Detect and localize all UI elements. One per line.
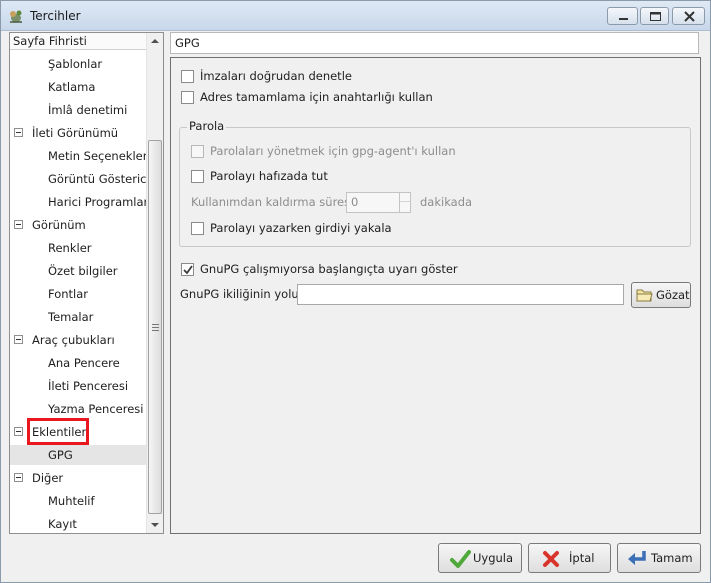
expire-spinbox[interactable]: 0 bbox=[346, 192, 411, 213]
tree-item-label: Kayıt bbox=[48, 517, 77, 531]
ok-label: Tamam bbox=[651, 551, 693, 565]
folder-icon bbox=[636, 289, 653, 302]
tree-item-label: Katlama bbox=[48, 80, 96, 94]
passphrase-group-title: Parola bbox=[187, 119, 227, 133]
annotation-highlight bbox=[27, 418, 89, 445]
spin-down-icon[interactable] bbox=[400, 202, 410, 211]
store-passphrase-label[interactable]: Parolayı hafızada tut bbox=[210, 169, 328, 183]
check-icon bbox=[450, 550, 471, 568]
tree-item[interactable]: Görüntü Gösterici bbox=[10, 169, 150, 189]
collapse-icon[interactable] bbox=[14, 128, 23, 137]
gpg-path-label: GnuPG ikiliğinin yolu bbox=[180, 287, 299, 301]
tree-item-label: Renkler bbox=[48, 241, 92, 255]
tree-item[interactable]: İleti Penceresi bbox=[10, 376, 147, 396]
tree-item[interactable]: Araç çubukları bbox=[10, 330, 147, 350]
browse-label: Gözat bbox=[656, 288, 690, 302]
verify-signatures-label[interactable]: İmzaları doğrudan denetle bbox=[200, 69, 352, 83]
gpg-agent-checkbox[interactable] bbox=[191, 145, 204, 158]
scroll-up-icon[interactable] bbox=[147, 33, 163, 49]
tree-item[interactable]: Muhtelif bbox=[10, 491, 147, 511]
scroll-down-icon[interactable] bbox=[147, 517, 163, 533]
collapse-icon[interactable] bbox=[14, 427, 23, 436]
verify-signatures-checkbox[interactable] bbox=[181, 70, 194, 83]
window-title: Tercihler bbox=[30, 9, 81, 23]
gpg-agent-label[interactable]: Parolaları yönetmek için gpg-agent'ı kul… bbox=[210, 144, 456, 158]
page-index-tree[interactable]: Sayfa Fihristi Şablonlar Katlama İmlâ dene… bbox=[9, 32, 164, 534]
collapse-icon[interactable] bbox=[14, 335, 23, 344]
tree-header[interactable]: Sayfa Fihristi bbox=[10, 33, 146, 50]
tree-item[interactable]: Ana Pencere bbox=[10, 353, 147, 373]
tree-item[interactable]: Katlama bbox=[10, 77, 147, 97]
cancel-button[interactable]: İptal bbox=[528, 543, 611, 573]
autocompletion-label[interactable]: Adres tamamlama için anahtarlığı kullan bbox=[200, 90, 433, 104]
spin-buttons[interactable] bbox=[399, 193, 410, 212]
tree-item[interactable]: Şablonlar bbox=[10, 54, 147, 74]
tree-item[interactable]: Kayıt bbox=[10, 514, 147, 534]
gpg-warning-checkbox[interactable] bbox=[181, 263, 194, 276]
cancel-x-icon bbox=[543, 551, 559, 567]
tree-item-label: Ana Pencere bbox=[48, 356, 120, 370]
tree-item-label: Özet bilgiler bbox=[48, 264, 118, 278]
tree-item-label: GPG bbox=[48, 448, 73, 462]
tree-item[interactable]: Metin Seçenekleri bbox=[10, 146, 151, 166]
tree-item[interactable]: Fontlar bbox=[10, 284, 147, 304]
tree-item[interactable]: Renkler bbox=[10, 238, 147, 258]
expire-value[interactable]: 0 bbox=[351, 195, 358, 209]
tree-item-label: Temalar bbox=[48, 310, 94, 324]
tree-item-label: Metin Seçenekleri bbox=[48, 149, 151, 163]
tree-item[interactable]: Görünüm bbox=[10, 215, 147, 235]
page-title: GPG bbox=[170, 32, 699, 54]
tree-item-label: Yazma Penceresi bbox=[48, 402, 144, 416]
apply-label: Uygula bbox=[473, 551, 514, 565]
browse-button[interactable]: Gözat bbox=[631, 282, 691, 308]
scrollbar-thumb[interactable] bbox=[148, 140, 162, 514]
gpg-path-input[interactable] bbox=[297, 284, 624, 305]
minimize-button[interactable] bbox=[607, 7, 638, 25]
tree-scrollbar[interactable] bbox=[146, 33, 163, 533]
tree-item-label: Araç çubukları bbox=[32, 333, 115, 347]
tree-item-label: Muhtelif bbox=[48, 494, 95, 508]
autocompletion-checkbox[interactable] bbox=[181, 91, 194, 104]
restore-icon bbox=[650, 12, 661, 21]
tree-item-label: Görünüm bbox=[32, 218, 86, 232]
store-passphrase-checkbox[interactable] bbox=[191, 170, 204, 183]
expire-label: Kullanımdan kaldırma süresi bbox=[191, 195, 354, 209]
checkmark-icon bbox=[183, 265, 193, 275]
tree-item-label: İmlâ denetimi bbox=[48, 103, 128, 117]
tree-item[interactable]: Harici Programlar bbox=[10, 192, 149, 212]
spin-up-icon[interactable] bbox=[400, 193, 410, 202]
minimize-icon bbox=[619, 18, 628, 20]
apply-button[interactable]: Uygula bbox=[438, 543, 522, 573]
tree-item-label: İleti Görünümü bbox=[32, 126, 119, 140]
tree-item-label: Diğer bbox=[32, 471, 64, 485]
collapse-icon[interactable] bbox=[14, 220, 23, 229]
tree-item[interactable]: Temalar bbox=[10, 307, 147, 327]
gpg-warning-label[interactable]: GnuPG çalışmıyorsa başlangıçta uyarı gös… bbox=[200, 262, 458, 276]
app-icon bbox=[8, 8, 24, 24]
tree-item-label: Şablonlar bbox=[48, 57, 103, 71]
title-bar: Tercihler bbox=[1, 1, 710, 31]
expire-unit-label: dakikada bbox=[420, 195, 473, 209]
tree-item-label: Görüntü Gösterici bbox=[48, 172, 150, 186]
close-button[interactable] bbox=[672, 7, 705, 25]
close-icon bbox=[684, 11, 695, 22]
tree-item[interactable]: Yazma Penceresi bbox=[10, 399, 147, 419]
maximize-button[interactable] bbox=[640, 7, 669, 25]
collapse-icon[interactable] bbox=[14, 473, 23, 482]
grab-input-label[interactable]: Parolayı yazarken girdiyi yakala bbox=[210, 221, 392, 235]
tree-item[interactable]: GPG bbox=[10, 445, 147, 465]
grab-input-checkbox[interactable] bbox=[191, 222, 204, 235]
enter-arrow-icon bbox=[628, 551, 646, 565]
preferences-window: Tercihler Sayfa Fihristi Şablonlar Katlam… bbox=[0, 0, 711, 583]
tree-item[interactable]: Özet bilgiler bbox=[10, 261, 147, 281]
cancel-label: İptal bbox=[569, 551, 595, 565]
ok-button[interactable]: Tamam bbox=[617, 543, 701, 573]
tree-item-label: Fontlar bbox=[48, 287, 89, 301]
tree-item-label: Harici Programlar bbox=[48, 195, 149, 209]
tree-item[interactable]: İleti Görünümü bbox=[10, 123, 147, 143]
tree-item-label: İleti Penceresi bbox=[48, 379, 129, 393]
tree-item[interactable]: İmlâ denetimi bbox=[10, 100, 147, 120]
tree-item[interactable]: Diğer bbox=[10, 468, 147, 488]
